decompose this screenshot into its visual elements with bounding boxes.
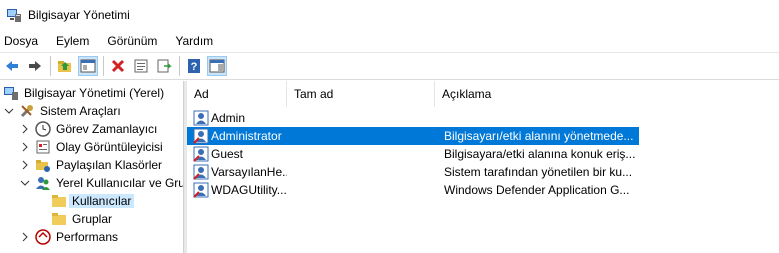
tree-item-label: Olay Görüntüleyicisi (56, 140, 163, 154)
computer-management-icon (3, 85, 19, 101)
tree-item-label: Bilgisayar Yönetimi (Yerel) (24, 86, 165, 100)
cell-name: WDAGUtility... (211, 183, 287, 197)
show-hide-tree-icon (80, 59, 96, 73)
title-bar: Bilgisayar Yönetimi (0, 0, 779, 30)
toolbar: ? (0, 52, 779, 80)
column-header-description[interactable]: Açıklama (435, 81, 639, 107)
cell-name: Admin (211, 111, 246, 125)
users-group-icon (35, 175, 51, 191)
toolbar-separator (179, 56, 180, 76)
cell-full-name (293, 109, 433, 127)
tree-item-task-scheduler[interactable]: Görev Zamanlayıcı (19, 120, 157, 138)
export-list-button[interactable] (154, 56, 174, 76)
cell-full-name (293, 127, 433, 145)
menu-file[interactable]: Dosya (0, 34, 44, 48)
tree-item-users[interactable]: Kullanıcılar (51, 192, 135, 210)
column-header-label: Açıklama (442, 87, 492, 101)
column-header-label: Tam ad (294, 87, 334, 101)
show-hide-tree-button[interactable] (78, 56, 98, 76)
tree-item-local-users-groups[interactable]: Yerel Kullanıcılar ve Gru (19, 174, 183, 192)
delete-icon (111, 59, 125, 73)
cell-full-name (293, 145, 433, 163)
up-folder-icon (58, 61, 71, 72)
user-icon (193, 164, 209, 180)
table-row[interactable]: WDAGUtility... Windows Defender Applicat… (187, 181, 639, 199)
menu-help[interactable]: Yardım (171, 34, 219, 48)
users-list: Ad Tam ad Açıklama Admin Administrator B… (187, 81, 779, 253)
tools-icon (19, 103, 35, 119)
tree-item-label: Paylaşılan Klasörler (56, 158, 163, 172)
cell-full-name (293, 163, 433, 181)
tree-item-event-viewer[interactable]: Olay Görüntüleyicisi (19, 138, 163, 156)
cell-description: Bilgisayarı/etki alanını yönetmede... (444, 129, 634, 143)
back-button[interactable] (2, 56, 22, 76)
toolbar-separator (50, 56, 51, 76)
window-title: Bilgisayar Yönetimi (28, 8, 130, 22)
export-list-icon (157, 59, 172, 73)
column-header-name[interactable]: Ad (187, 81, 287, 107)
column-header-full-name[interactable]: Tam ad (287, 81, 435, 107)
table-row[interactable]: Administrator Bilgisayarı/etki alanını y… (187, 127, 639, 145)
chevron-down-icon[interactable] (3, 105, 15, 117)
folder-icon (51, 211, 67, 227)
user-icon (193, 128, 209, 144)
cell-name: Guest (211, 147, 244, 161)
cell-description: Windows Defender Application G... (444, 183, 630, 197)
properties-icon (134, 59, 148, 73)
tree-item-computer-management[interactable]: Bilgisayar Yönetimi (Yerel) (3, 84, 164, 102)
tree-item-performance[interactable]: Performans (19, 228, 118, 246)
chevron-right-icon[interactable] (19, 141, 31, 153)
tree-item-shared-folders[interactable]: Paylaşılan Klasörler (19, 156, 162, 174)
tree-item-label: Sistem Araçları (40, 104, 121, 118)
forward-button[interactable] (25, 56, 45, 76)
chevron-down-icon[interactable] (19, 177, 31, 189)
cell-description (444, 109, 639, 127)
performance-icon (35, 229, 51, 245)
action-pane-button[interactable] (207, 56, 227, 76)
column-header-label: Ad (194, 87, 209, 101)
up-folder-button[interactable] (55, 56, 75, 76)
cell-full-name (293, 181, 433, 199)
tree-item-label: Performans (56, 230, 119, 244)
svg-text:?: ? (191, 61, 198, 73)
chevron-right-icon[interactable] (19, 123, 31, 135)
chevron-right-icon[interactable] (19, 231, 31, 243)
computer-management-icon (7, 9, 21, 22)
tree-item-system-tools[interactable]: Sistem Araçları (3, 102, 121, 120)
cell-name: VarsayılanHe... (211, 165, 287, 179)
user-icon (193, 182, 209, 198)
navigation-tree: Bilgisayar Yönetimi (Yerel) Sistem Araçl… (0, 81, 183, 253)
event-viewer-icon (35, 139, 51, 155)
folder-icon (51, 193, 67, 209)
tree-item-label: Görev Zamanlayıcı (56, 122, 158, 136)
action-pane-icon (209, 59, 225, 73)
list-header: Ad Tam ad Açıklama (187, 81, 779, 107)
user-icon (193, 110, 209, 126)
menu-view[interactable]: Görünüm (103, 34, 163, 48)
delete-button[interactable] (108, 56, 128, 76)
toolbar-separator (103, 56, 104, 76)
user-icon (193, 146, 209, 162)
tree-item-label: Yerel Kullanıcılar ve Gru (56, 176, 183, 190)
forward-icon (29, 61, 41, 71)
shared-folder-icon (35, 157, 51, 173)
cell-description: Sistem tarafından yönetilen bir ku... (444, 165, 633, 179)
properties-button[interactable] (131, 56, 151, 76)
menu-action[interactable]: Eylem (52, 34, 95, 48)
tree-item-label: Kullanıcılar (69, 194, 135, 208)
table-row[interactable]: VarsayılanHe... Sistem tarafından yöneti… (187, 163, 639, 181)
menu-bar: Dosya Eylem Görünüm Yardım (0, 30, 779, 52)
chevron-right-icon[interactable] (19, 159, 31, 171)
tree-item-label: Gruplar (72, 212, 113, 226)
tree-item-groups[interactable]: Gruplar (51, 210, 112, 228)
help-icon: ? (188, 59, 200, 73)
cell-name: Administrator (211, 129, 282, 143)
help-button[interactable]: ? (184, 56, 204, 76)
cell-description: Bilgisayara/etki alanına konuk eriş... (444, 147, 636, 161)
table-row[interactable]: Guest Bilgisayara/etki alanına konuk eri… (187, 145, 639, 163)
clock-icon (35, 121, 51, 137)
back-icon (6, 61, 18, 71)
table-row[interactable]: Admin (187, 109, 639, 127)
